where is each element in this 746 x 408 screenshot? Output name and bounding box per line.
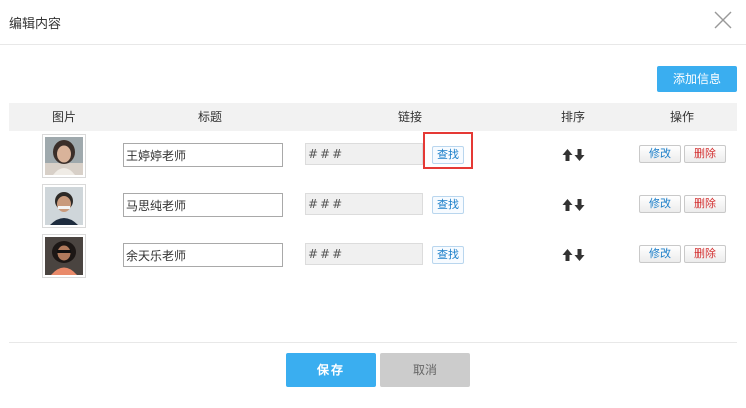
title-field[interactable] — [123, 143, 283, 167]
column-header-link: 链接 — [397, 110, 423, 124]
sort-controls — [562, 148, 586, 162]
column-header-actions: 操作 — [669, 110, 695, 124]
footer-divider — [9, 342, 737, 343]
delete-button[interactable]: 删除 — [684, 245, 726, 263]
avatar — [42, 234, 86, 278]
dialog-header: 编辑内容 — [0, 0, 746, 45]
link-field[interactable] — [305, 243, 423, 265]
link-field[interactable] — [305, 193, 423, 215]
arrow-down-icon[interactable] — [574, 198, 585, 212]
sort-controls — [562, 248, 586, 262]
arrow-up-icon[interactable] — [562, 148, 573, 162]
find-button[interactable]: 查找 — [432, 246, 464, 264]
save-button[interactable]: 保存 — [286, 353, 376, 387]
cancel-button[interactable]: 取消 — [380, 353, 470, 387]
avatar — [42, 134, 86, 178]
edit-button[interactable]: 修改 — [639, 145, 681, 163]
column-header-title: 标题 — [197, 110, 223, 124]
table-header: 图片 标题 链接 排序 操作 — [9, 103, 737, 131]
table-row: 查找 修改 删除 — [0, 234, 746, 284]
column-header-image: 图片 — [51, 110, 77, 124]
arrow-down-icon[interactable] — [574, 248, 585, 262]
table-row: 查找 修改 删除 — [0, 184, 746, 234]
edit-button[interactable]: 修改 — [639, 245, 681, 263]
avatar — [42, 184, 86, 228]
edit-button[interactable]: 修改 — [639, 195, 681, 213]
find-button[interactable]: 查找 — [432, 196, 464, 214]
table-row: 查找 修改 删除 — [0, 134, 746, 184]
dialog-title: 编辑内容 — [9, 17, 62, 32]
close-icon[interactable] — [712, 9, 734, 31]
arrow-up-icon[interactable] — [562, 198, 573, 212]
delete-button[interactable]: 删除 — [684, 145, 726, 163]
add-info-button[interactable]: 添加信息 — [657, 66, 737, 92]
find-button[interactable]: 查找 — [432, 146, 464, 164]
sort-controls — [562, 198, 586, 212]
title-field[interactable] — [123, 243, 283, 267]
delete-button[interactable]: 删除 — [684, 195, 726, 213]
column-header-sort: 排序 — [560, 110, 586, 124]
link-field[interactable] — [305, 143, 423, 165]
arrow-up-icon[interactable] — [562, 248, 573, 262]
title-field[interactable] — [123, 193, 283, 217]
arrow-down-icon[interactable] — [574, 148, 585, 162]
